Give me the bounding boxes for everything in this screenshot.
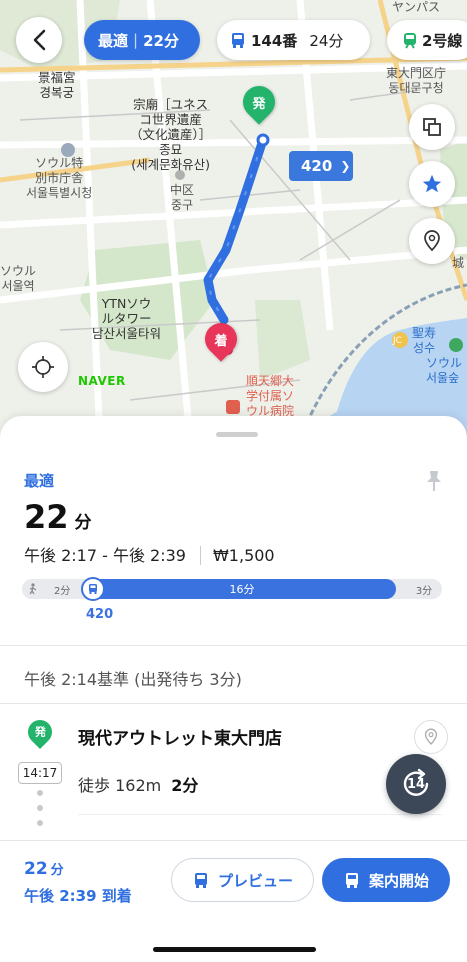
segment-bar: 2分 16分 3分 bbox=[22, 577, 442, 601]
chevron-right-icon: ❯ bbox=[340, 159, 351, 173]
preview-button-label: プレビュー bbox=[217, 871, 293, 890]
map-label-namsan-tower: YTNソウ ルタワー 남산서울타워 bbox=[92, 296, 162, 341]
naver-logo: NAVER bbox=[78, 374, 126, 388]
map-label-dongdaemun-office: 東大門区庁 동대문구청 bbox=[386, 66, 447, 95]
step-stop-name[interactable]: 現代アウトレット東大門店 bbox=[78, 724, 282, 749]
duration-value: 22 bbox=[24, 498, 69, 536]
segment-walk-end: 3分 bbox=[406, 579, 442, 599]
sheet-drag-handle[interactable] bbox=[216, 432, 258, 437]
route-tag-number: 420 bbox=[301, 157, 333, 175]
map-label-seoul-forest: ソウル 서울숲 bbox=[426, 356, 463, 385]
bottom-duration-value: 22 bbox=[24, 859, 48, 879]
map-pin-icon bbox=[424, 728, 438, 745]
map-label-jc: JC bbox=[393, 336, 402, 346]
step-connector-dots bbox=[37, 790, 43, 835]
map-label-campus: ヤンパス bbox=[392, 0, 441, 14]
time-range-row: 午後 2:17 - 午後 2:39 ₩1,500 bbox=[24, 542, 275, 566]
tab-subway-route[interactable]: 2号線 bbox=[387, 20, 467, 60]
tab-separator: | bbox=[133, 31, 139, 49]
layers-button[interactable] bbox=[409, 104, 455, 150]
start-pin-label: 発 bbox=[252, 96, 266, 112]
refresh-minutes: 14 bbox=[406, 776, 426, 792]
map-view[interactable]: 景福宮 경복궁 宗廟［ユネス コ世界遺産 （文化遺産）］ 종묘 (세계문화유산)… bbox=[0, 0, 467, 440]
segment-bus-badge bbox=[81, 577, 105, 601]
step-divider bbox=[78, 814, 442, 815]
bus-number: 420 bbox=[86, 607, 114, 622]
step-start-pin: 発 bbox=[23, 715, 57, 749]
location-pin-button[interactable] bbox=[409, 218, 455, 264]
route-type-tag: 最適 bbox=[24, 472, 55, 490]
map-label-seoul-station: ソウル 서울역 bbox=[0, 264, 37, 293]
chevron-left-icon bbox=[33, 29, 46, 51]
step-time: 14:17 bbox=[18, 762, 62, 784]
segment-bus: 16分 bbox=[88, 579, 396, 599]
map-label-seongsu: 聖寿 성수 bbox=[412, 326, 437, 355]
step-walk-info: 徒歩 162m 2分 bbox=[78, 772, 198, 796]
tab-bus-time: 24分 bbox=[309, 31, 344, 50]
divider bbox=[0, 703, 467, 704]
map-label-city-hall: ソウル特 別市庁舎 서울특별시청 bbox=[26, 156, 93, 200]
crosshair-icon bbox=[32, 356, 54, 378]
favorite-button[interactable] bbox=[409, 161, 455, 207]
duration-unit: 分 bbox=[74, 513, 92, 533]
tab-best-route[interactable]: 最適 | 22分 bbox=[84, 20, 200, 60]
step-walk-distance: 徒歩 162m bbox=[78, 776, 162, 795]
pin-route-button[interactable] bbox=[425, 470, 443, 496]
pushpin-icon bbox=[427, 471, 441, 491]
end-pin-label: 着 bbox=[214, 333, 228, 349]
bottom-duration: 22 分 bbox=[24, 859, 64, 879]
map-pin-icon bbox=[424, 230, 440, 252]
map-label-jongmyo: 宗廟［ユネス コ世界遺産 （文化遺産）］ 종묘 (세계문화유산) bbox=[130, 97, 212, 172]
segment-walk-start-time: 2分 bbox=[54, 585, 71, 597]
segment-bus-time: 16分 bbox=[229, 583, 255, 596]
walking-icon bbox=[29, 583, 37, 595]
bus-icon bbox=[232, 33, 244, 48]
fare: ₩1,500 bbox=[199, 546, 275, 565]
tab-best-label: 最適 bbox=[98, 31, 129, 50]
star-icon bbox=[422, 174, 442, 193]
map-label-hospital: 順天郷大 学付属ソ ウル病院 bbox=[246, 374, 295, 418]
layers-icon bbox=[423, 118, 441, 136]
screen: 景福宮 경복궁 宗廟［ユネス コ世界遺産 （文化遺産）］ 종묘 (세계문화유산)… bbox=[0, 0, 467, 962]
tab-best-time: 22分 bbox=[143, 31, 179, 50]
preview-button[interactable]: プレビュー bbox=[171, 858, 314, 902]
subway-icon bbox=[404, 33, 416, 49]
total-duration: 22 分 bbox=[24, 498, 92, 536]
current-location-button[interactable] bbox=[18, 342, 68, 392]
divider bbox=[0, 645, 467, 646]
home-indicator[interactable] bbox=[153, 947, 316, 952]
start-navigation-label: 案内開始 bbox=[368, 871, 429, 890]
refresh-departure-button[interactable]: 14 bbox=[386, 754, 446, 814]
map-label-gyeongbokgung: 景福宮 경복궁 bbox=[38, 70, 76, 100]
segment-walk-end-time: 3分 bbox=[415, 585, 433, 597]
tab-bus-route[interactable]: 144番 24分 bbox=[217, 20, 370, 60]
tab-bus-label: 144番 bbox=[251, 31, 298, 50]
bus-icon bbox=[194, 873, 207, 888]
step-locate-button[interactable] bbox=[414, 720, 448, 754]
map-label-jung-gu: 中区 중구 bbox=[170, 183, 195, 212]
arrival-time: 午後 2:39 到着 bbox=[24, 887, 132, 905]
bottom-action-bar: 22 分 午後 2:39 到着 プレビュー 案内開始 bbox=[0, 840, 467, 962]
step-walk-time: 2分 bbox=[171, 776, 199, 795]
map-label-seong: 城 bbox=[452, 256, 465, 270]
tab-subway-label: 2号線 bbox=[422, 31, 463, 50]
map-route-tag[interactable]: 420 ❯ bbox=[289, 151, 353, 181]
bus-icon bbox=[89, 584, 97, 594]
departure-basis: 午後 2:14基準 (出発待ち 3分) bbox=[24, 670, 242, 689]
start-navigation-button[interactable]: 案内開始 bbox=[322, 858, 450, 902]
back-button[interactable] bbox=[16, 17, 62, 63]
bottom-duration-unit: 分 bbox=[50, 863, 64, 878]
bus-icon bbox=[345, 873, 358, 888]
step-start-pin-label: 発 bbox=[34, 726, 46, 739]
time-range: 午後 2:17 - 午後 2:39 bbox=[24, 546, 186, 565]
